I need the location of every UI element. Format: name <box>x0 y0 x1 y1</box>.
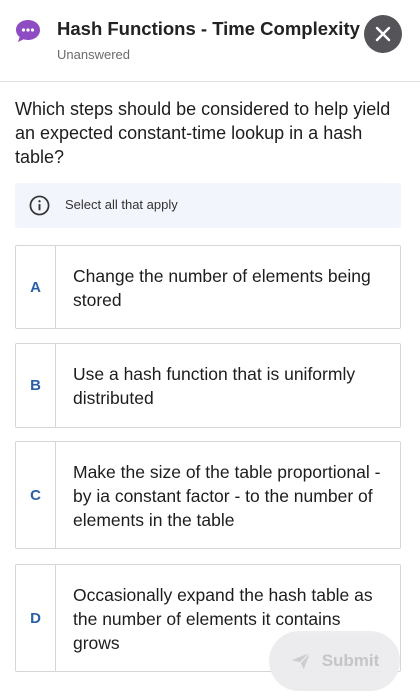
option-letter: B <box>16 344 56 427</box>
close-icon <box>375 26 391 42</box>
option-text: Change the number of elements being stor… <box>73 266 371 310</box>
chat-bubble-icon <box>16 20 40 42</box>
quiz-page: Hash Functions - Time Complexity Unanswe… <box>0 0 420 700</box>
hint-banner: Select all that apply <box>15 183 401 228</box>
submit-button[interactable]: Submit <box>269 631 400 691</box>
question-text: Which steps should be considered to help… <box>15 99 391 167</box>
hint-text: Select all that apply <box>65 197 178 212</box>
option-letter: A <box>16 246 56 328</box>
option-text: Use a hash function that is uniformly di… <box>73 364 356 408</box>
option-a[interactable]: A Change the number of elements being st… <box>15 245 401 329</box>
answer-status: Unanswered <box>57 47 130 62</box>
info-icon <box>29 195 50 216</box>
page-title: Hash Functions - Time Complexity <box>57 18 360 39</box>
submit-label: Submit <box>321 651 380 670</box>
close-button[interactable] <box>364 15 402 53</box>
option-text: Make the size of the table proportional … <box>73 462 381 530</box>
option-c[interactable]: C Make the size of the table proportiona… <box>15 441 401 549</box>
send-icon <box>291 652 311 670</box>
option-letter: C <box>16 442 56 548</box>
option-b[interactable]: B Use a hash function that is uniformly … <box>15 343 401 428</box>
header: Hash Functions - Time Complexity Unanswe… <box>0 0 420 82</box>
option-letter: D <box>16 565 56 671</box>
